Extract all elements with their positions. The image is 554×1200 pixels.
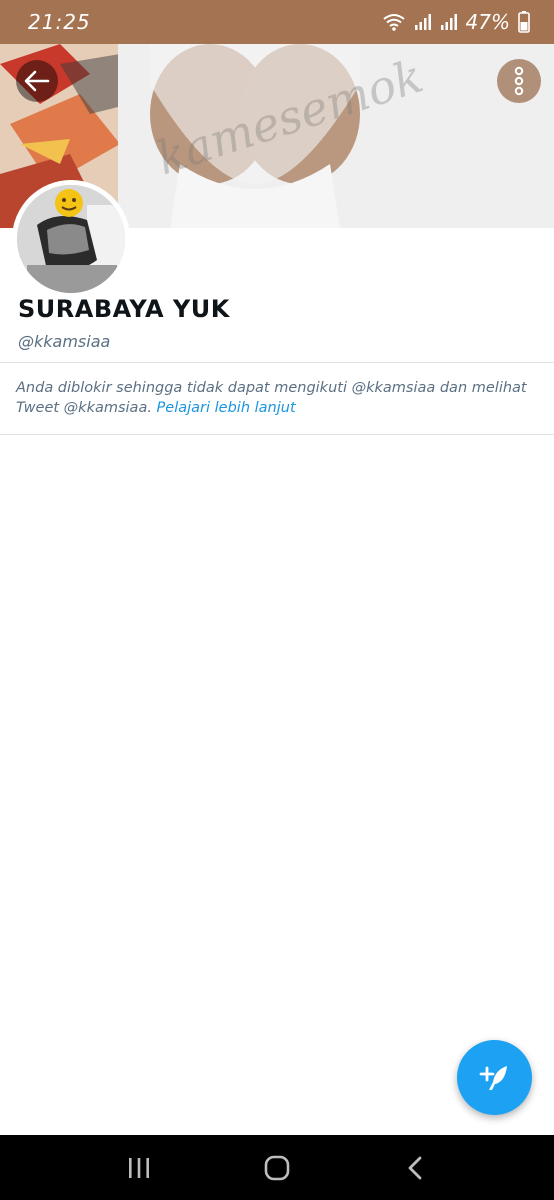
compose-tweet-icon — [477, 1060, 513, 1096]
status-bar: 21:25 47% — [0, 0, 554, 44]
battery-percentage: 47% — [465, 10, 510, 34]
home-button[interactable] — [247, 1143, 307, 1193]
battery-icon — [518, 11, 530, 33]
arrow-left-icon — [24, 70, 50, 92]
avatar-image — [17, 185, 125, 293]
profile-name: SURABAYA YUK — [18, 295, 230, 323]
compose-tweet-button[interactable] — [457, 1040, 532, 1115]
avatar[interactable] — [12, 180, 130, 298]
back-button[interactable] — [16, 60, 58, 102]
blocked-notice: Anda diblokir sehingga tidak dapat mengi… — [16, 378, 538, 418]
profile-handle: @kkamsiaa — [18, 332, 111, 351]
more-vertical-icon — [513, 66, 525, 96]
status-time: 21:25 — [28, 10, 91, 34]
system-navigation-bar — [0, 1135, 554, 1200]
more-options-button[interactable] — [497, 59, 541, 103]
divider — [0, 362, 554, 363]
chevron-left-icon — [405, 1155, 425, 1181]
system-back-button[interactable] — [385, 1143, 445, 1193]
signal-icon — [440, 13, 458, 31]
home-icon — [263, 1155, 291, 1181]
wifi-icon — [382, 12, 406, 32]
recents-button[interactable] — [109, 1143, 169, 1193]
status-icons: 47% — [382, 10, 530, 34]
recents-icon — [126, 1156, 152, 1180]
divider — [0, 434, 554, 435]
learn-more-link[interactable]: Pelajari lebih lanjut — [157, 400, 296, 416]
signal-icon — [414, 13, 432, 31]
